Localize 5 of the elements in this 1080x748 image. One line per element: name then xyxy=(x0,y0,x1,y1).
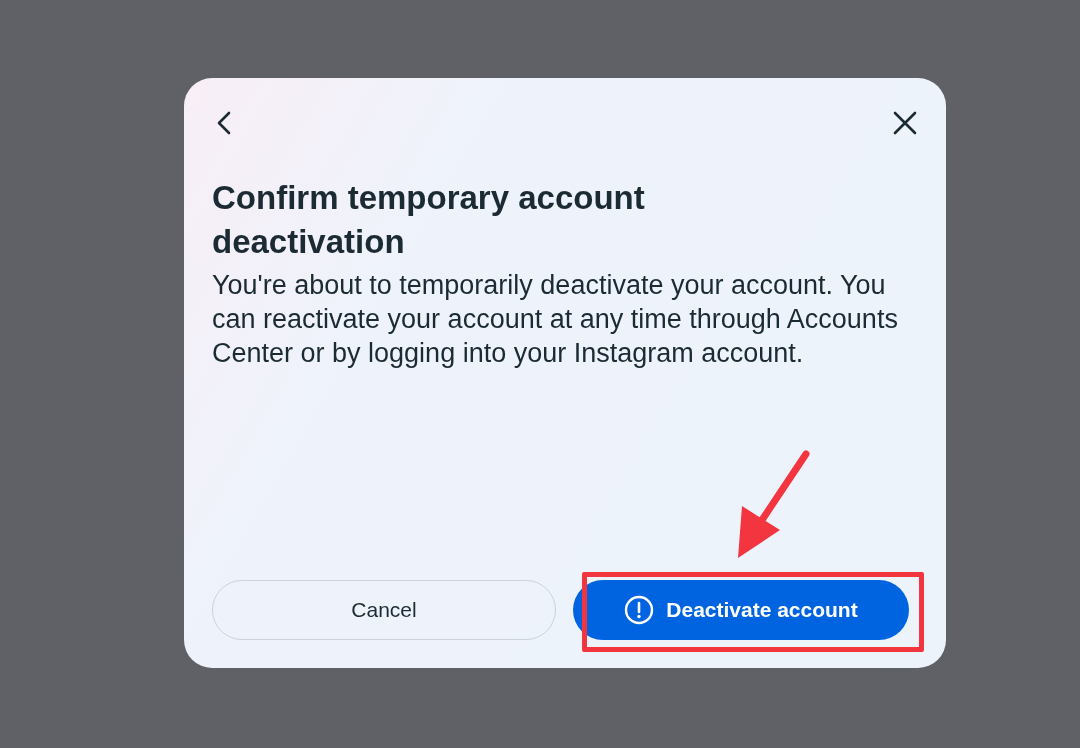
close-icon[interactable] xyxy=(892,110,918,136)
deactivate-button[interactable]: Deactivate account xyxy=(573,580,909,640)
dialog-message: You're about to temporarily deactivate your account. You can reactivate your account at any time through Accounts Center or by logging into your Instagram account. xyxy=(212,269,899,370)
dialog-title: Confirm temporary account deactivation xyxy=(212,178,646,262)
alert-icon xyxy=(624,595,655,625)
